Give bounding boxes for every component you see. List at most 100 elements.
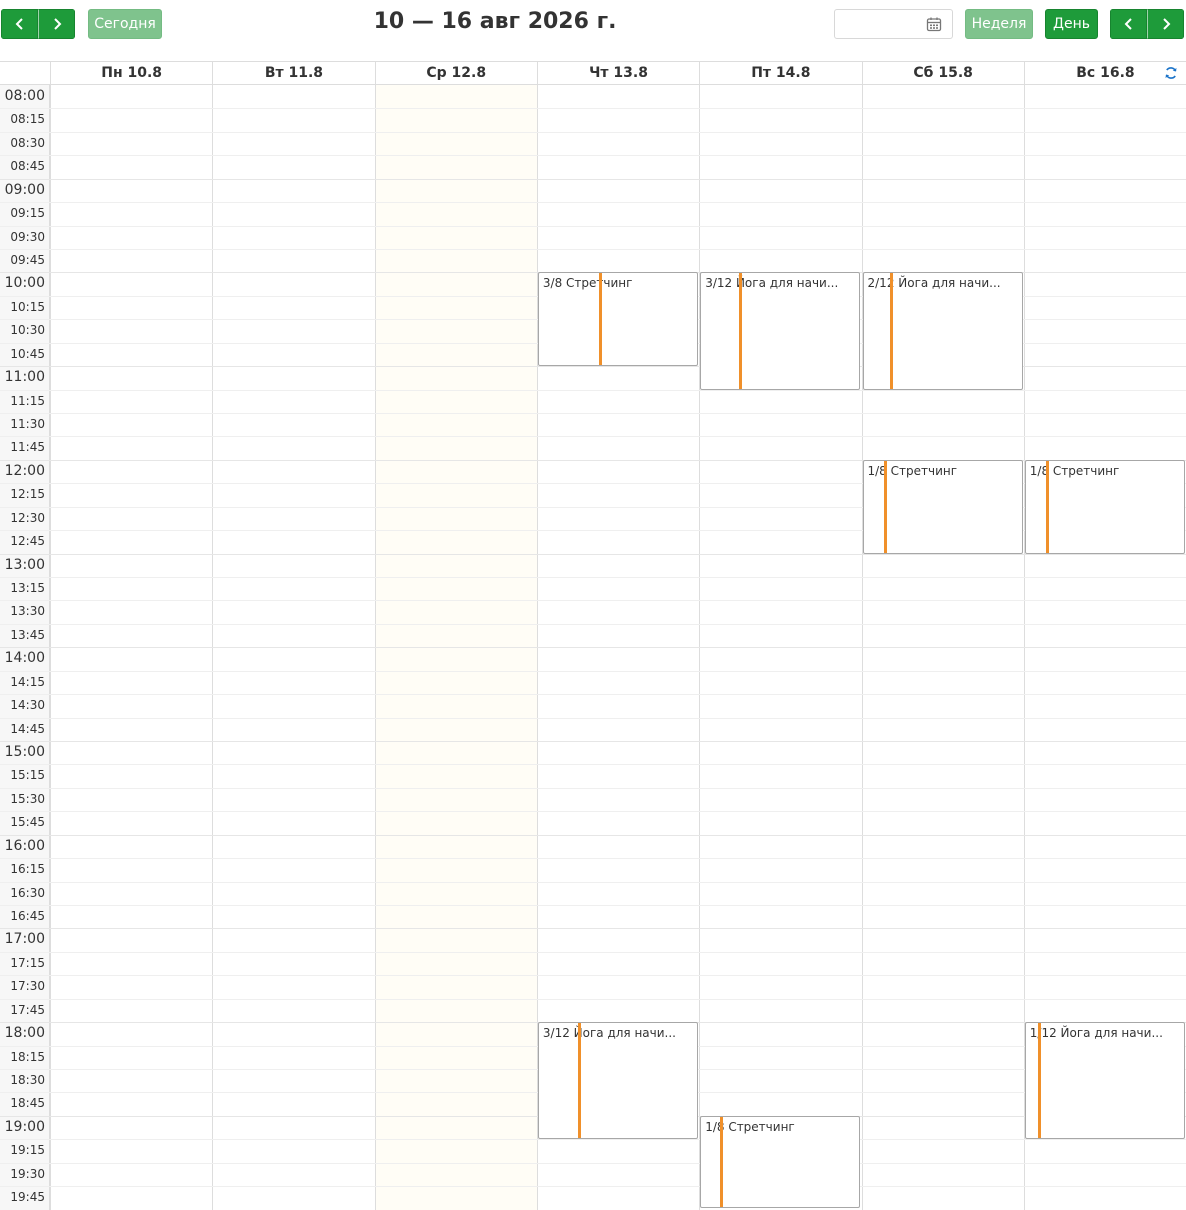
time-slot-label: 14:45 [10,721,45,736]
time-slot-label: 18:15 [10,1049,45,1064]
slot-divider [0,811,1186,813]
day-header-5[interactable]: Пт 14.8 [699,62,861,85]
chevron-left-icon [1124,18,1132,30]
slot-divider [0,694,1186,696]
slot-divider [0,1186,1186,1188]
time-slot-label: 18:30 [10,1073,45,1088]
slot-divider [0,1162,1186,1164]
event-title: 3/8 Стретчинг [542,276,633,291]
calendar-event[interactable]: 2/12 Йога для начи... [862,272,1023,390]
time-slot-label: 13:45 [10,627,45,642]
time-slot-label: 19:00 [4,1118,45,1135]
time-slot-label: 10:30 [10,323,45,338]
time-grid-body: 08:00 08:15 08:30 08:45 09:00 09:15 09:30 09:45… [0,85,1186,1210]
slot-divider [0,131,1186,133]
time-slot-label: 09:45 [10,253,45,267]
slot-divider [0,413,1186,415]
slot-divider [0,647,1186,649]
time-slot-label: 19:45 [10,1190,45,1205]
time-slot-label: 08:45 [10,159,45,174]
slot-divider [0,249,1186,250]
slot-divider [0,858,1186,860]
slot-divider [0,905,1186,907]
calendar-event[interactable]: 1/8 Стретчинг [862,459,1023,554]
calendar-icon[interactable] [926,16,942,32]
time-slot-label: 10:15 [10,299,45,314]
time-slot-label: 18:45 [10,1096,45,1111]
slot-divider [0,951,1186,953]
time-slot-label: 14:15 [10,674,45,689]
today-button[interactable]: Сегодня [88,9,162,39]
event-title: 1/8 Стретчинг [705,1119,795,1134]
time-slot-label: 13:15 [10,581,45,596]
time-slot-label: 11:45 [10,440,45,455]
day-header-2[interactable]: Вт 11.8 [212,62,374,85]
time-slot-label: 17:45 [10,1002,45,1017]
time-slot-label: 09:30 [10,229,45,244]
calendar-event[interactable]: 1/8 Стретчинг [700,1115,861,1208]
slot-divider [0,717,1186,719]
slot-divider [0,741,1186,743]
day-header-3[interactable]: Ср 12.8 [374,62,537,85]
time-slot-label: 15:00 [4,744,45,761]
chevron-right-icon [1162,18,1170,30]
calendar-event[interactable]: 1/12 Йога для начи... [1024,1022,1186,1140]
time-slot-label: 12:15 [10,487,45,502]
time-slot-label: 14:00 [4,650,45,667]
nav-group-left [1,9,75,39]
prev-period-button[interactable] [1110,9,1147,39]
time-slot-label: 13:00 [4,556,45,573]
day-header-6[interactable]: Сб 15.8 [861,62,1024,85]
slot-divider [0,834,1186,836]
next-week-button[interactable] [38,9,75,39]
slot-divider [0,998,1186,1000]
time-slot-label: 11:15 [10,393,45,408]
prev-week-button[interactable] [1,9,38,39]
calendar-event[interactable]: 1/8 Стретчинг [1024,459,1186,554]
time-slot-label: 15:30 [10,791,45,806]
time-slot-label: 15:15 [10,768,45,783]
calendar-event[interactable]: 3/12 Йога для начи... [700,272,861,390]
time-slot-label: 08:30 [10,135,45,150]
time-slot-label: 12:45 [10,534,45,549]
time-slot-label: 12:30 [10,510,45,525]
event-title: 3/12 Йога для начи... [705,276,839,291]
time-slot-label: 11:30 [10,417,45,432]
calendar-toolbar: Сегодня 10 — 16 авг 2026 г. Неделя День [0,0,1186,48]
time-slot-label: 19:30 [10,1166,45,1181]
calendar-event[interactable]: 3/8 Стретчинг [537,272,699,367]
slot-divider [0,436,1186,438]
next-period-button[interactable] [1147,9,1184,39]
day-header-7[interactable]: Вс 16.8 [1023,62,1186,85]
time-slot-label: 08:00 [4,88,45,104]
time-slot-label: 16:15 [10,862,45,877]
event-color-bar [1045,460,1049,553]
time-slot-label: 16:30 [10,885,45,900]
day-view-button[interactable]: День [1045,9,1098,39]
time-slot-label: 11:00 [4,369,45,386]
slot-divider [0,577,1186,579]
time-slot-label: 16:45 [10,909,45,924]
event-title: 2/12 Йога для начи... [867,276,1001,291]
day-header-4[interactable]: Чт 13.8 [536,62,699,85]
time-slot-label: 13:30 [10,604,45,619]
time-slot-label: 09:15 [10,206,45,221]
slot-divider [0,202,1186,204]
day-header-1[interactable]: Пн 10.8 [50,62,212,85]
page-title: 10 — 16 авг 2026 г. [373,9,617,34]
nav-group-right [1110,9,1184,39]
time-slot-label: 10:45 [10,346,45,361]
time-slot-label: 09:00 [4,181,45,198]
slot-divider [0,155,1186,157]
slot-divider [0,975,1186,977]
date-picker-input[interactable] [834,9,953,39]
calendar-event[interactable]: 3/12 Йога для начи... [537,1022,699,1140]
slot-divider [0,881,1186,883]
week-view-button[interactable]: Неделя [965,9,1033,39]
event-color-bar [883,460,887,553]
slot-divider [0,623,1186,625]
slot-divider [0,764,1186,766]
event-title: 1/12 Йога для начи... [1029,1026,1163,1041]
time-slot-label: 10:00 [4,275,45,292]
time-slot-label: 08:15 [10,112,45,127]
